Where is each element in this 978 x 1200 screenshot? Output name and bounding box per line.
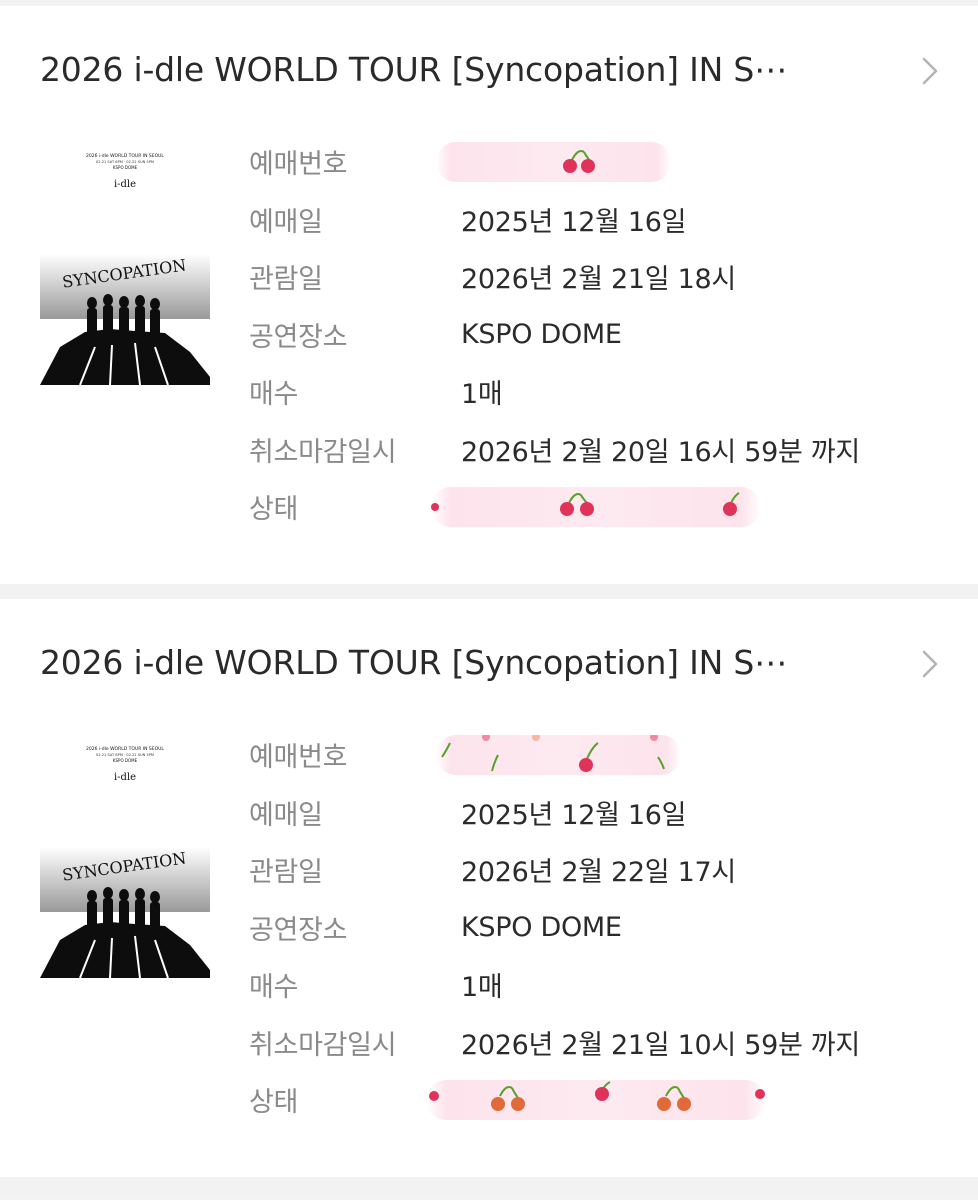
row-label: 취소마감일시 xyxy=(249,436,397,468)
detail-row-status: 상태 xyxy=(249,1071,860,1129)
detail-row-cancel-deadline: 취소마감일시 2026년 2월 21일 10시 59분 까지 xyxy=(249,1014,860,1072)
poster-logo: i-dle xyxy=(114,772,136,783)
masked-value xyxy=(431,486,761,527)
row-value: 2026년 2월 21일 10시 59분 까지 xyxy=(461,1029,860,1061)
chevron-right-icon[interactable] xyxy=(918,649,942,679)
row-label: 예매일 xyxy=(249,799,323,831)
cherry-icon xyxy=(441,734,665,772)
detail-row-viewing-date: 관람일 2026년 2월 21일 18시 xyxy=(249,248,860,306)
row-label: 공연장소 xyxy=(249,321,348,353)
poster-header-line: KSPO DOME xyxy=(113,165,138,170)
row-value: KSPO DOME xyxy=(461,911,622,943)
row-label: 예매번호 xyxy=(249,742,348,774)
poster-header-line: 02.21 SAT 6PM · 02.22 SUN 5PM xyxy=(96,160,154,164)
masked-value xyxy=(426,1079,766,1120)
row-value: 2026년 2월 20일 16시 59분 까지 xyxy=(461,436,860,468)
poster-header-line: 02.21 SAT 6PM · 02.22 SUN 5PM xyxy=(96,753,154,757)
row-value: 2026년 2월 22일 17시 xyxy=(461,857,736,889)
row-label: 관람일 xyxy=(249,857,323,889)
masked-value xyxy=(436,141,671,182)
detail-row-booking-number: 예매번호 xyxy=(249,133,860,191)
card-divider xyxy=(0,584,978,599)
row-label: 매수 xyxy=(249,379,299,411)
detail-row-quantity: 매수 1매 xyxy=(249,363,860,421)
detail-row-cancel-deadline: 취소마감일시 2026년 2월 20일 16시 59분 까지 xyxy=(249,421,860,479)
poster-header-line: 2026 i-dle WORLD TOUR IN SEOUL xyxy=(86,153,164,159)
row-label: 매수 xyxy=(249,972,299,1004)
row-label: 예매일 xyxy=(249,206,323,238)
ticket-title[interactable]: 2026 i-dle WORLD TOUR [Syncopation] IN S… xyxy=(40,46,787,94)
ticket-title[interactable]: 2026 i-dle WORLD TOUR [Syncopation] IN S… xyxy=(40,639,787,687)
ticket-details: 예매번호 예매일 2025년 12월 16일 관람일 2026년 2월 22일 … xyxy=(249,726,860,1129)
row-label: 취소마감일시 xyxy=(249,1029,397,1061)
row-label: 관람일 xyxy=(249,264,323,296)
detail-row-booking-date: 예매일 2025년 12월 16일 xyxy=(249,784,860,842)
tour-poster: 2026 i-dle WORLD TOUR IN SEOUL 02.21 SAT… xyxy=(40,147,210,385)
poster-header-line: KSPO DOME xyxy=(113,758,138,763)
masked-value xyxy=(436,734,681,775)
row-value: 1매 xyxy=(461,379,503,411)
row-value: 2025년 12월 16일 xyxy=(461,799,687,831)
ticket-card[interactable]: 2026 i-dle WORLD TOUR [Syncopation] IN S… xyxy=(0,599,978,1177)
row-value: 2026년 2월 21일 18시 xyxy=(461,264,736,296)
row-value: 1매 xyxy=(461,972,503,1004)
detail-row-booking-number: 예매번호 xyxy=(249,726,860,784)
row-value: KSPO DOME xyxy=(461,318,622,350)
ticket-details: 예매번호 예매일 2025년 12월 16일 관람일 2026년 2월 21일 … xyxy=(249,133,860,536)
cherry-icon xyxy=(431,491,740,516)
poster-logo: i-dle xyxy=(114,179,136,190)
cherry-icon xyxy=(429,1080,765,1111)
cherry-icon xyxy=(563,149,595,173)
detail-row-venue: 공연장소 KSPO DOME xyxy=(249,899,860,957)
detail-row-quantity: 매수 1매 xyxy=(249,956,860,1014)
detail-row-booking-date: 예매일 2025년 12월 16일 xyxy=(249,191,860,249)
chevron-right-icon[interactable] xyxy=(918,56,942,86)
bottom-spacer xyxy=(0,1177,978,1197)
detail-row-viewing-date: 관람일 2026년 2월 22일 17시 xyxy=(249,841,860,899)
detail-row-venue: 공연장소 KSPO DOME xyxy=(249,306,860,364)
row-value: 2025년 12월 16일 xyxy=(461,206,687,238)
tour-poster: 2026 i-dle WORLD TOUR IN SEOUL 02.21 SAT… xyxy=(40,740,210,978)
row-label: 상태 xyxy=(249,494,299,526)
detail-row-status: 상태 xyxy=(249,478,860,536)
row-label: 공연장소 xyxy=(249,914,348,946)
row-label: 예매번호 xyxy=(249,149,348,181)
poster-header-line: 2026 i-dle WORLD TOUR IN SEOUL xyxy=(86,746,164,752)
ticket-card[interactable]: 2026 i-dle WORLD TOUR [Syncopation] IN S… xyxy=(0,6,978,584)
